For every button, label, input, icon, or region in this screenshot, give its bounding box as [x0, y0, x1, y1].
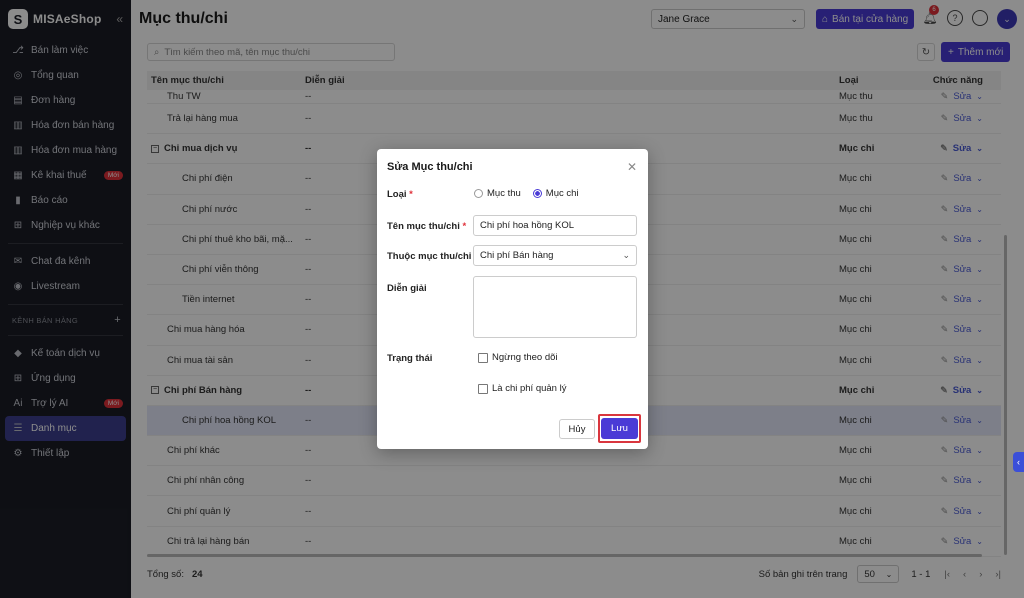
- radio-income[interactable]: Mục thu: [474, 188, 521, 199]
- stop-tracking-label: Ngừng theo dõi: [492, 352, 558, 363]
- side-panel-toggle[interactable]: ‹: [1013, 452, 1024, 472]
- cancel-button[interactable]: Hủy: [559, 419, 595, 439]
- stop-tracking-checkbox[interactable]: Ngừng theo dõi: [478, 352, 558, 363]
- stop-tracking-box: [478, 352, 488, 363]
- type-field-label: Loại *: [387, 189, 413, 200]
- save-button[interactable]: Lưu: [601, 418, 638, 439]
- name-input[interactable]: Chi phí hoa hồng KOL: [473, 215, 637, 236]
- parent-select[interactable]: Chi phí Bán hàng ⌄: [473, 245, 637, 266]
- type-radio-group: Mục thu Mục chi: [474, 188, 579, 199]
- chevron-down-icon: ⌄: [622, 250, 630, 260]
- radio-income-dot: [474, 189, 483, 198]
- required-mark: *: [462, 221, 467, 232]
- radio-income-label: Mục thu: [487, 188, 521, 199]
- name-input-value: Chi phí hoa hồng KOL: [480, 220, 575, 231]
- description-label: Diễn giải: [387, 283, 427, 294]
- management-cost-box: [478, 383, 488, 394]
- edit-category-dialog: Sửa Mục thu/chi ✕ Loại * Mục thu Mục chi…: [377, 149, 648, 449]
- name-field-label: Tên mục thu/chi *: [387, 221, 466, 232]
- radio-expense-dot: [532, 189, 542, 198]
- description-textarea[interactable]: [473, 276, 637, 338]
- required-mark: *: [409, 189, 413, 200]
- dialog-title: Sửa Mục thu/chi: [387, 161, 473, 173]
- radio-expense[interactable]: Mục chi: [532, 188, 579, 199]
- management-cost-label: Là chi phí quản lý: [492, 383, 567, 394]
- radio-expense-label: Mục chi: [545, 188, 579, 199]
- name-label: Tên mục thu/chi: [387, 221, 460, 232]
- parent-label: Thuộc mục thu/chi: [387, 251, 472, 262]
- chevron-left-icon: ‹: [1017, 457, 1020, 467]
- close-icon[interactable]: ✕: [627, 160, 637, 174]
- status-label: Trạng thái: [387, 353, 433, 364]
- parent-select-value: Chi phí Bán hàng: [480, 250, 554, 261]
- type-label: Loại: [387, 189, 407, 200]
- management-cost-checkbox[interactable]: Là chi phí quản lý: [478, 383, 566, 394]
